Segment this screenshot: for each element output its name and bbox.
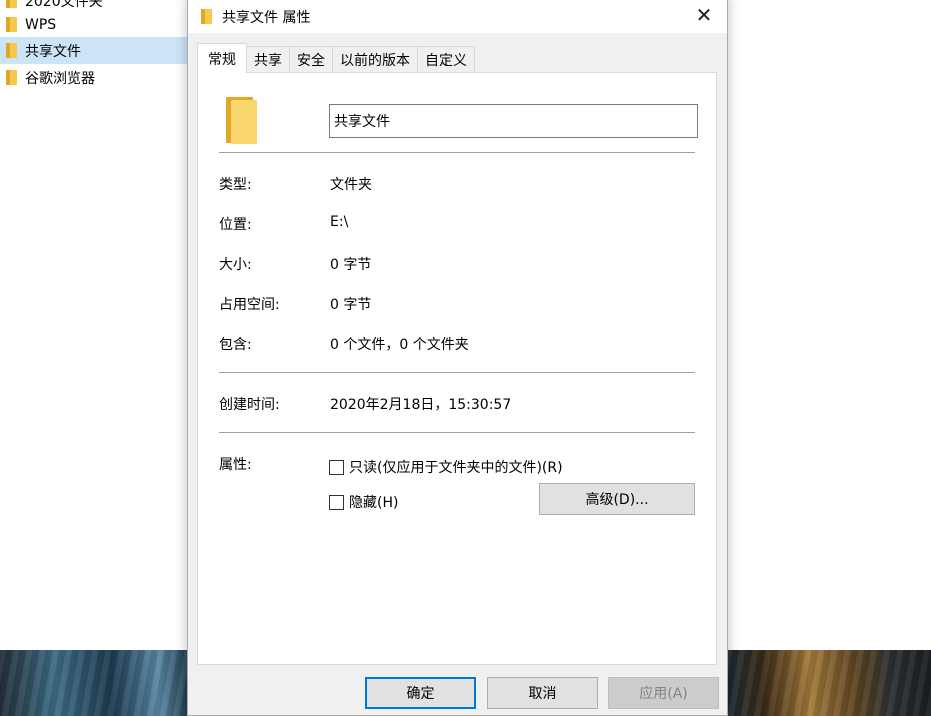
close-icon: ✕ <box>695 3 713 27</box>
nav-item-label: WPS <box>25 16 57 33</box>
folder-icon <box>6 17 17 32</box>
readonly-label: 只读(仅应用于文件夹中的文件)(R) <box>349 460 563 476</box>
nav-item-label: 谷歌浏览器 <box>25 70 95 87</box>
folder-icon <box>6 70 17 85</box>
contains-label: 包含: <box>219 337 252 353</box>
nav-item-wps[interactable]: WPS <box>0 11 187 38</box>
apply-button[interactable]: 应用(A) <box>608 677 719 709</box>
tab-sharing[interactable]: 共享 <box>247 46 290 73</box>
dialog-titlebar[interactable]: 共享文件 属性 ✕ <box>188 0 727 33</box>
tab-strip: 常规 共享 安全 以前的版本 自定义 <box>197 43 475 73</box>
separator <box>219 432 695 433</box>
hidden-checkbox[interactable] <box>329 494 344 510</box>
folder-icon <box>201 8 212 24</box>
size-on-disk-value: 0 字节 <box>330 297 372 313</box>
nav-item-label: 共享文件 <box>25 43 81 60</box>
dialog-title: 共享文件 属性 <box>222 10 311 26</box>
close-button[interactable]: ✕ <box>681 0 727 33</box>
created-label: 创建时间: <box>219 397 280 413</box>
type-label: 类型: <box>219 177 252 193</box>
tab-general[interactable]: 常规 <box>197 43 247 73</box>
folder-name-input[interactable] <box>329 104 698 138</box>
readonly-checkbox-row[interactable]: 只读(仅应用于文件夹中的文件)(R) <box>329 457 563 477</box>
size-on-disk-label: 占用空间: <box>219 297 280 313</box>
location-value: E:\ <box>330 214 349 230</box>
readonly-checkbox[interactable] <box>329 459 344 475</box>
folder-icon <box>226 97 257 147</box>
tab-customize[interactable]: 自定义 <box>418 46 475 73</box>
nav-item-shared-files[interactable]: 共享文件 <box>0 37 187 64</box>
ok-button[interactable]: 确定 <box>365 677 476 709</box>
separator <box>219 372 695 373</box>
created-value: 2020年2月18日，15:30:57 <box>330 397 512 413</box>
properties-dialog: 共享文件 属性 ✕ 常规 共享 安全 以前的版本 自定义 类型: 文件夹 位置:… <box>187 0 728 716</box>
type-value: 文件夹 <box>330 177 372 193</box>
folder-icon <box>6 43 17 58</box>
cancel-button[interactable]: 取消 <box>487 677 598 709</box>
advanced-button[interactable]: 高级(D)... <box>539 483 695 515</box>
contains-value: 0 个文件，0 个文件夹 <box>330 337 469 353</box>
general-tab-panel: 类型: 文件夹 位置: E:\ 大小: 0 字节 占用空间: 0 字节 包含: … <box>197 72 717 665</box>
nav-item-chrome[interactable]: 谷歌浏览器 <box>0 64 187 91</box>
location-label: 位置: <box>219 217 252 233</box>
hidden-label: 隐藏(H) <box>349 495 399 511</box>
folder-icon <box>6 0 17 8</box>
tab-security[interactable]: 安全 <box>290 46 333 73</box>
separator <box>219 152 695 153</box>
tab-previous-versions[interactable]: 以前的版本 <box>333 46 418 73</box>
hidden-checkbox-row[interactable]: 隐藏(H) <box>329 492 398 512</box>
nav-item-label: 2020文件夹 <box>25 0 103 10</box>
attributes-label: 属性: <box>219 457 252 473</box>
size-label: 大小: <box>219 257 252 273</box>
size-value: 0 字节 <box>330 257 372 273</box>
